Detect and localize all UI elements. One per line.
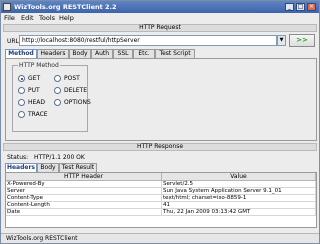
radio-icon — [54, 87, 61, 94]
table-cell[interactable]: Content-Length — [6, 202, 162, 209]
table-cell[interactable]: X-Powered-By — [6, 181, 162, 188]
radio-icon — [54, 75, 61, 82]
method-label-put: PUT — [28, 87, 40, 94]
url-dropdown-button[interactable]: ▼ — [277, 35, 286, 46]
http-method-group: HTTP Method GET POST PUT DELETE HEAD OPT… — [12, 62, 91, 132]
status-value: HTTP/1.1 200 OK — [34, 154, 85, 161]
maximize-icon[interactable]: □ — [296, 3, 305, 11]
menu-edit[interactable]: Edit — [21, 14, 34, 22]
method-label-get: GET — [28, 75, 41, 82]
method-label-options: OPTIONS — [64, 99, 91, 106]
menu-bar: File Edit Tools Help — [1, 13, 319, 23]
radio-icon — [54, 99, 61, 106]
status-label: Status: — [7, 154, 29, 161]
menu-tools[interactable]: Tools — [39, 14, 55, 22]
column-header-value[interactable]: Value — [162, 173, 316, 181]
response-section-header: HTTP Response — [3, 143, 317, 151]
table-cell[interactable]: Servlet/2.5 — [162, 181, 316, 188]
table-cell[interactable]: Date — [6, 209, 162, 216]
http-method-group-title: HTTP Method — [18, 62, 60, 69]
title-bar[interactable]: WizTools.org RESTClient 2.2 _ □ × — [1, 1, 319, 13]
table-cell[interactable]: Sun Java System Application Server 9.1_0… — [162, 188, 316, 195]
method-label-head: HEAD — [28, 99, 46, 106]
status-bar: WizTools.org RESTClient — [1, 233, 319, 243]
table-cell[interactable]: Content-Type — [6, 195, 162, 202]
window-title: WizTools.org RESTClient 2.2 — [14, 3, 117, 11]
table-cell[interactable]: text/html; charset=iso-8859-1 — [162, 195, 316, 202]
minimize-icon[interactable]: _ — [285, 3, 294, 11]
app-icon — [3, 3, 11, 11]
method-tab-panel: HTTP Method GET POST PUT DELETE HEAD OPT… — [5, 58, 317, 141]
app-window: WizTools.org RESTClient 2.2 _ □ × File E… — [0, 0, 320, 244]
method-label-post: POST — [64, 75, 80, 82]
response-headers-table: HTTP Header Value X-Powered-By Servlet/2… — [5, 172, 317, 228]
table-cell[interactable]: 41 — [162, 202, 316, 209]
menu-help[interactable]: Help — [59, 14, 74, 22]
radio-icon — [18, 87, 25, 94]
url-input[interactable]: http://localhost:8080/restful/httpServer — [19, 35, 277, 46]
table-cell[interactable]: Server — [6, 188, 162, 195]
method-label-delete: DELETE — [64, 87, 88, 94]
radio-selected-icon — [18, 75, 25, 82]
column-header-http-header[interactable]: HTTP Header — [6, 173, 162, 181]
go-button[interactable]: >> — [289, 34, 315, 47]
table-cell[interactable]: Thu, 22 Jan 2009 03:13:42 GMT — [162, 209, 316, 216]
method-label-trace: TRACE — [28, 111, 48, 118]
radio-icon — [18, 99, 25, 106]
close-icon[interactable]: × — [307, 3, 316, 11]
menu-file[interactable]: File — [4, 14, 15, 22]
request-section-header: HTTP Request — [3, 24, 317, 32]
radio-icon — [18, 111, 25, 118]
